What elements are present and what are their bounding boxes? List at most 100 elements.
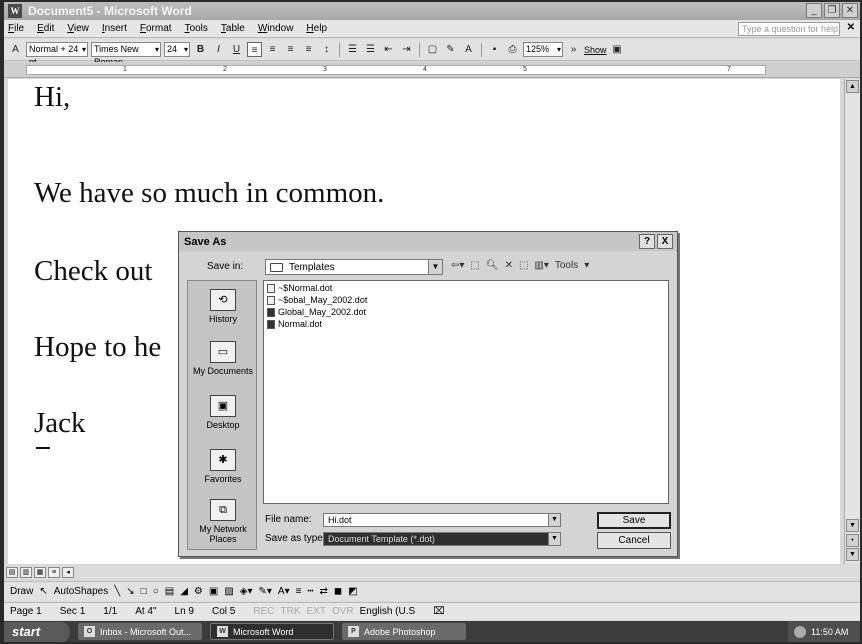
place-favorites[interactable]: ✱ Favorites — [188, 449, 258, 484]
place-desktop[interactable]: ▣ Desktop — [188, 395, 258, 430]
font-select[interactable]: Times New Roman — [91, 42, 161, 67]
print-layout-icon[interactable]: ▦ — [34, 566, 46, 578]
text-box-icon[interactable]: ▤ — [165, 586, 174, 597]
scroll-down-icon[interactable]: ▼ — [846, 519, 859, 532]
place-history[interactable]: ⟲ History — [188, 289, 258, 324]
taskbar-item-outlook[interactable]: O Inbox - Microsoft Out... — [78, 623, 202, 640]
reviewing-pane-icon[interactable]: ▣ — [610, 42, 625, 57]
normal-view-icon[interactable]: ▤ — [6, 566, 18, 578]
bold-button[interactable]: B — [193, 42, 208, 57]
status-ovr[interactable]: OVR — [332, 606, 354, 617]
line-icon[interactable]: ╲ — [114, 586, 120, 597]
up-folder-icon[interactable]: ⬚ — [470, 260, 479, 271]
word-app-icon[interactable]: W — [8, 4, 22, 18]
arrow-icon[interactable]: ↘ — [126, 586, 134, 597]
minimize-button[interactable]: _ — [806, 3, 822, 18]
start-button[interactable]: start — [4, 621, 70, 642]
font-size-select[interactable]: 24 — [164, 42, 190, 57]
menu-window[interactable]: Window — [258, 23, 294, 34]
file-item[interactable]: ~$obal_May_2002.dot — [267, 295, 367, 305]
save-button[interactable]: Save — [597, 512, 671, 529]
cancel-button[interactable]: Cancel — [597, 532, 671, 549]
border-icon[interactable]: ▢ — [425, 42, 440, 57]
zoom-select[interactable]: 125% — [523, 42, 563, 57]
clip-art-icon[interactable]: ▣ — [209, 586, 218, 597]
shadow-icon[interactable]: ◼ — [334, 586, 342, 597]
align-right-button[interactable]: ≡ — [283, 42, 298, 57]
views-icon[interactable]: ▥▾ — [534, 260, 548, 271]
previous-page-icon[interactable]: • — [846, 534, 859, 547]
search-web-icon[interactable]: 🔍︎ — [486, 260, 499, 271]
status-rec[interactable]: REC — [253, 606, 274, 617]
file-item[interactable]: Global_May_2002.dot — [267, 307, 366, 317]
dash-style-icon[interactable]: ┅ — [307, 586, 313, 597]
draw-menu[interactable]: Draw — [10, 586, 33, 597]
bullets-icon[interactable]: ☰ — [363, 42, 378, 57]
save-icon[interactable]: ▪ — [487, 42, 502, 57]
oval-icon[interactable]: ○ — [153, 586, 159, 597]
fill-color-icon[interactable]: ◈▾ — [240, 586, 253, 597]
delete-icon[interactable]: ✕ — [505, 260, 513, 271]
status-ext[interactable]: EXT — [306, 606, 325, 617]
taskbar-item-word[interactable]: W Microsoft Word — [210, 623, 334, 640]
scroll-up-icon[interactable]: ▲ — [846, 80, 859, 93]
toolbar-options-icon[interactable]: » — [566, 42, 581, 57]
font-color-icon[interactable]: A▾ — [278, 586, 290, 597]
diagram-icon[interactable]: ⚙ — [194, 586, 203, 597]
menu-format[interactable]: Format — [140, 23, 172, 34]
help-question-input[interactable]: Type a question for help — [738, 22, 840, 36]
align-left-button[interactable]: ≡ — [247, 42, 262, 57]
chevron-down-icon[interactable]: ▼ — [428, 260, 442, 274]
3d-icon[interactable]: ◩ — [348, 586, 357, 597]
next-page-icon[interactable]: ▼ — [846, 548, 859, 561]
menu-file[interactable]: File — [8, 23, 24, 34]
save-as-type-select[interactable]: Document Template (*.dot) ▼ — [323, 532, 561, 546]
autoshapes-menu[interactable]: AutoShapes — [54, 586, 109, 597]
highlight-icon[interactable]: ✎ — [443, 42, 458, 57]
wordart-icon[interactable]: ◢ — [180, 586, 188, 597]
place-my-network-places[interactable]: ⧉ My Network Places — [188, 499, 258, 544]
menu-view[interactable]: View — [67, 23, 89, 34]
taskbar-item-photoshop[interactable]: P Adobe Photoshop — [342, 623, 466, 640]
file-list[interactable]: ~$Normal.dot ~$obal_May_2002.dot Global_… — [263, 280, 669, 504]
decrease-indent-icon[interactable]: ⇤ — [381, 42, 396, 57]
numbering-icon[interactable]: ☰ — [345, 42, 360, 57]
chevron-down-icon[interactable]: ▼ — [548, 533, 560, 545]
line-spacing-icon[interactable]: ↕ — [319, 42, 334, 57]
scroll-left-icon[interactable]: ◂ — [62, 566, 74, 578]
justify-button[interactable]: ≡ — [301, 42, 316, 57]
underline-button[interactable]: U — [229, 42, 244, 57]
insert-picture-icon[interactable]: ▨ — [224, 586, 233, 597]
file-name-input[interactable]: Hi.dot ▼ — [323, 513, 561, 527]
tray-icon[interactable] — [794, 625, 806, 638]
print-icon[interactable]: ⎙ — [505, 42, 520, 57]
status-trk[interactable]: TRK — [280, 606, 300, 617]
place-my-documents[interactable]: ▭ My Documents — [188, 341, 258, 376]
line-style-icon[interactable]: ≡ — [296, 586, 302, 597]
increase-indent-icon[interactable]: ⇥ — [399, 42, 414, 57]
rectangle-icon[interactable]: □ — [141, 586, 147, 597]
style-select[interactable]: Normal + 24 pt — [26, 42, 88, 67]
chevron-down-icon[interactable]: ▾ — [584, 260, 589, 271]
web-view-icon[interactable]: ▥ — [20, 566, 32, 578]
new-folder-icon[interactable]: ⬚ — [519, 260, 528, 271]
menu-insert[interactable]: Insert — [102, 23, 127, 34]
dialog-help-button[interactable]: ? — [639, 234, 655, 249]
show-menu[interactable]: Show — [584, 45, 607, 55]
align-center-button[interactable]: ≡ — [265, 42, 280, 57]
chevron-down-icon[interactable]: ▼ — [548, 514, 560, 526]
vertical-scrollbar[interactable]: ▲ ▼ • ▼ — [844, 79, 860, 564]
select-objects-icon[interactable]: ↖ — [39, 586, 47, 597]
file-item[interactable]: Normal.dot — [267, 319, 322, 329]
arrow-style-icon[interactable]: ⇄ — [319, 586, 327, 597]
save-in-select[interactable]: Templates ▼ — [265, 259, 443, 275]
tools-menu[interactable]: Tools — [555, 260, 578, 271]
file-item[interactable]: ~$Normal.dot — [267, 283, 332, 293]
menu-tools[interactable]: Tools — [185, 23, 208, 34]
menu-edit[interactable]: Edit — [37, 23, 54, 34]
italic-button[interactable]: I — [211, 42, 226, 57]
dialog-close-button[interactable]: X — [657, 234, 673, 249]
styles-pane-icon[interactable]: A — [8, 42, 23, 57]
menu-table[interactable]: Table — [221, 23, 245, 34]
menu-help[interactable]: Help — [306, 23, 327, 34]
